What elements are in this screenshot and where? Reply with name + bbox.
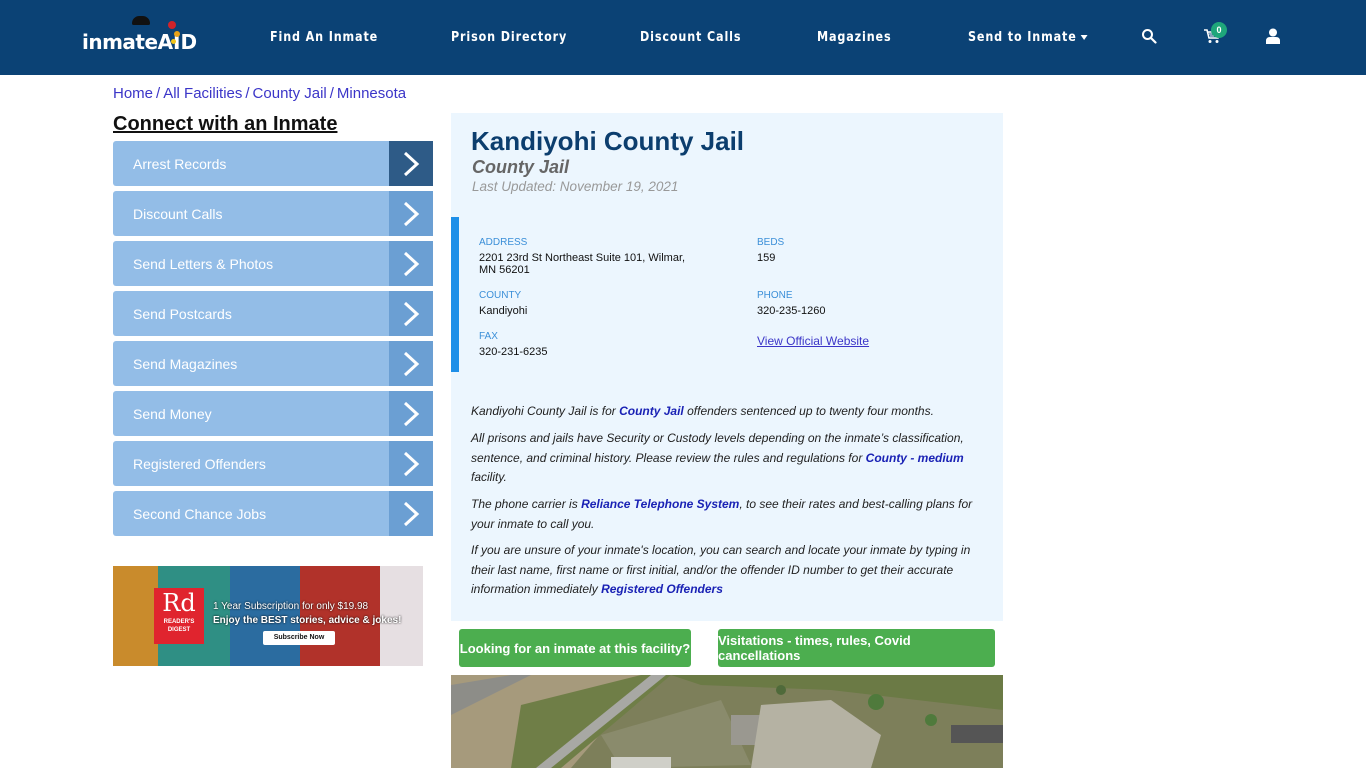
description-paragraph: Kandiyohi County Jail is for County Jail… xyxy=(471,402,986,422)
rd-logo-text: Rd xyxy=(162,589,196,617)
nav-send-to-inmate-label: Send to Inmate xyxy=(968,30,1077,45)
visitations-button[interactable]: Visitations - times, rules, Covid cancel… xyxy=(718,629,995,667)
official-website-link[interactable]: View Official Website xyxy=(757,334,869,348)
user-icon[interactable] xyxy=(1266,28,1280,44)
nav-magazines[interactable]: Magazines xyxy=(817,30,891,45)
sidebar-item-label: Send Postcards xyxy=(133,305,232,322)
phone-value: 320-235-1260 xyxy=(757,305,826,317)
ad-headline: 1 Year Subscription for only $19.98 xyxy=(213,601,369,612)
sidebar-item-second-chance-jobs[interactable]: Second Chance Jobs xyxy=(113,491,433,536)
chevron-right-icon xyxy=(389,341,433,386)
facility-aerial-photo xyxy=(451,675,1003,768)
county-label: COUNTY xyxy=(479,290,522,301)
beds-label: BEDS xyxy=(757,237,785,248)
search-icon[interactable] xyxy=(1141,28,1157,44)
fax-label: FAX xyxy=(479,331,498,342)
breadcrumb-home[interactable]: Home xyxy=(113,85,153,102)
sidebar-item-send-postcards[interactable]: Send Postcards xyxy=(113,291,433,336)
chevron-right-icon xyxy=(389,391,433,436)
rd-logo-small-2: DIGEST xyxy=(167,627,191,633)
last-updated: Last Updated: November 19, 2021 xyxy=(472,179,679,194)
county-jail-link[interactable]: County Jail xyxy=(619,404,684,418)
nav-send-to-inmate[interactable]: Send to Inmate xyxy=(968,30,1088,45)
breadcrumb-separator: / xyxy=(245,85,250,102)
sidebar-item-label: Arrest Records xyxy=(133,155,227,172)
facility-type: County Jail xyxy=(472,157,570,177)
paragraph-text: Kandiyohi County Jail is for xyxy=(471,404,620,418)
registered-offenders-link[interactable]: Registered Offenders xyxy=(601,582,723,596)
readers-digest-logo: Rd READER'S DIGEST xyxy=(154,588,204,644)
address-line-2: MN 56201 xyxy=(479,264,530,276)
breadcrumb-county-jail[interactable]: County Jail xyxy=(253,85,327,102)
address-label: ADDRESS xyxy=(479,237,528,248)
chevron-right-icon xyxy=(389,141,433,186)
chevron-right-icon xyxy=(389,291,433,336)
reliance-telephone-link[interactable]: Reliance Telephone System xyxy=(581,497,739,511)
nav-prison-directory[interactable]: Prison Directory xyxy=(451,30,567,45)
sidebar-item-registered-offenders[interactable]: Registered Offenders xyxy=(113,441,433,486)
facility-title: Kandiyohi County Jail xyxy=(471,126,745,156)
sidebar-item-arrest-records[interactable]: Arrest Records xyxy=(113,141,433,186)
logo-decoration-icon xyxy=(171,39,176,44)
info-accent-bar xyxy=(451,217,459,372)
subscribe-now-button[interactable]: Subscribe Now xyxy=(263,631,335,645)
sidebar-item-send-magazines[interactable]: Send Magazines xyxy=(113,341,433,386)
paragraph-text: facility. xyxy=(471,470,507,484)
inmateaid-logo[interactable]: inmate AID xyxy=(82,16,197,54)
breadcrumb-separator: / xyxy=(329,85,334,102)
breadcrumb-separator: / xyxy=(156,85,161,102)
sidebar-item-discount-calls[interactable]: Discount Calls xyxy=(113,191,433,236)
county-value: Kandiyohi xyxy=(479,305,528,317)
paragraph-text: offenders sentenced up to twenty four mo… xyxy=(683,404,934,418)
ad-subheadline: Enjoy the BEST stories, advice & jokes! xyxy=(213,615,402,626)
chevron-right-icon xyxy=(389,241,433,286)
phone-label: PHONE xyxy=(757,290,793,301)
sidebar-item-label: Send Magazines xyxy=(133,355,238,372)
aerial-photo-image xyxy=(451,675,1003,768)
sidebar-menu: Arrest Records Discount Calls Send Lette… xyxy=(113,141,433,541)
breadcrumb-minnesota[interactable]: Minnesota xyxy=(337,85,406,102)
find-inmate-at-facility-button[interactable]: Looking for an inmate at this facility? xyxy=(459,629,691,667)
paragraph-text: The phone carrier is xyxy=(471,497,582,511)
sidebar-title: Connect with an Inmate xyxy=(113,113,338,135)
sidebar-item-label: Registered Offenders xyxy=(133,455,266,472)
logo-decoration-icon xyxy=(168,21,176,29)
sidebar-item-label: Second Chance Jobs xyxy=(133,505,267,522)
fax-value: 320-231-6235 xyxy=(479,346,548,358)
top-navbar: inmate AID Find An Inmate Prison Director… xyxy=(0,0,1366,75)
sidebar-item-send-letters-photos[interactable]: Send Letters & Photos xyxy=(113,241,433,286)
phone-carrier-paragraph: The phone carrier is Reliance Telephone … xyxy=(471,495,986,534)
breadcrumb-all-facilities[interactable]: All Facilities xyxy=(163,85,242,102)
sidebar-item-label: Send Money xyxy=(133,405,212,422)
graduation-hat-icon xyxy=(132,16,150,25)
beds-value: 159 xyxy=(757,252,776,264)
security-paragraph: All prisons and jails have Security or C… xyxy=(471,429,986,488)
county-medium-link[interactable]: County - medium xyxy=(866,451,964,465)
logo-decoration-icon xyxy=(174,31,180,37)
readers-digest-ad-banner[interactable]: Rd READER'S DIGEST 1 Year Subscription f… xyxy=(113,566,423,666)
sidebar-item-send-money[interactable]: Send Money xyxy=(113,391,433,436)
nav-find-an-inmate[interactable]: Find An Inmate xyxy=(270,30,378,45)
rd-logo-small-1: READER'S xyxy=(163,619,195,625)
magazine-cover-image xyxy=(113,566,158,666)
chevron-right-icon xyxy=(389,491,433,536)
address-line-1: 2201 23rd St Northeast Suite 101, Wilmar… xyxy=(479,252,686,264)
breadcrumb: Home / All Facilities / County Jail / Minnesot… xyxy=(113,85,406,102)
locate-inmate-paragraph: If you are unsure of your inmate's locat… xyxy=(471,541,986,600)
caret-down-icon xyxy=(1080,35,1088,40)
logo-text: inmate xyxy=(82,30,158,54)
sidebar-item-label: Send Letters & Photos xyxy=(133,255,274,272)
cart-count-badge: 0 xyxy=(1211,22,1227,38)
chevron-right-icon xyxy=(389,191,433,236)
sidebar-item-label: Discount Calls xyxy=(133,205,223,222)
chevron-right-icon xyxy=(389,441,433,486)
nav-discount-calls[interactable]: Discount Calls xyxy=(640,30,741,45)
